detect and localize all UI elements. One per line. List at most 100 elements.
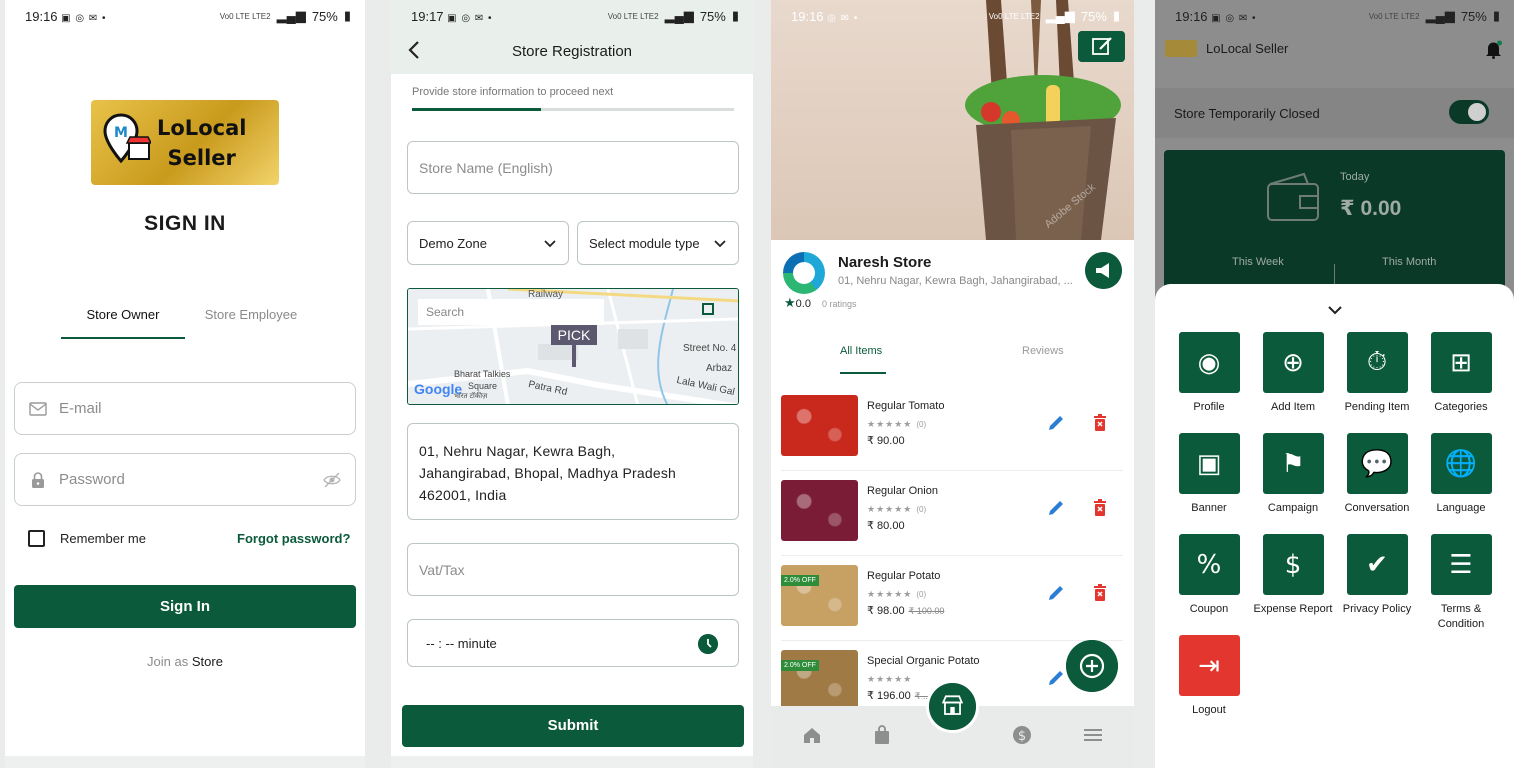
chevron-down-icon[interactable] bbox=[1328, 306, 1342, 315]
fullscreen-icon[interactable] bbox=[702, 303, 714, 315]
status-time: 19:17 bbox=[411, 8, 444, 24]
wallet-dollar-icon[interactable]: $ bbox=[1012, 725, 1032, 745]
map-label: Street No. 4 bbox=[683, 343, 737, 354]
item-review-count: (0) bbox=[916, 505, 927, 514]
item-price: ₹ 80.00 bbox=[867, 519, 905, 532]
this-month-label: This Month bbox=[1382, 256, 1437, 268]
orders-bag-icon[interactable] bbox=[873, 725, 891, 745]
price-value: ₹ 196.00 bbox=[867, 690, 911, 702]
remember-me-checkbox[interactable] bbox=[28, 530, 45, 547]
map-search-input[interactable]: Search bbox=[418, 299, 604, 325]
item-stars: ★★★★★ (0) bbox=[867, 419, 927, 429]
vat-tax-input[interactable]: Vat/Tax bbox=[407, 543, 739, 596]
bell-icon[interactable] bbox=[1485, 40, 1502, 59]
add-item-fab[interactable] bbox=[1066, 640, 1118, 692]
edit-pencil-icon[interactable] bbox=[1047, 414, 1065, 432]
notification-icons: ◎ ✉ • bbox=[827, 12, 859, 24]
tab-store-employee[interactable]: Store Employee bbox=[189, 307, 313, 322]
battery-level: 75% bbox=[311, 8, 338, 24]
list-item[interactable]: Regular Tomato ★★★★★ (0) ₹ 90.00 bbox=[781, 393, 1123, 471]
status-bar: 19:16 ◎ ✉ • Vo0 LTE LTE2 ▂▄▆ 75% ▮ bbox=[771, 0, 1134, 32]
store-name-input[interactable]: Store Name (English) bbox=[407, 141, 739, 194]
mail-icon bbox=[29, 402, 47, 416]
notification-icons: ▣ ◎ ✉ • bbox=[61, 12, 107, 24]
signin-screen: 19:16 ▣ ◎ ✉ • Vo0 LTE LTE2 ▂▄▆ 75% ▮ M LoLo… bbox=[5, 0, 365, 768]
menu-item-label: Language bbox=[1436, 502, 1486, 514]
map-pick-marker[interactable]: PICK bbox=[551, 325, 597, 345]
email-field[interactable]: E-mail bbox=[14, 382, 356, 435]
battery-icon: ▮ bbox=[731, 8, 739, 23]
edit-store-button[interactable] bbox=[1078, 31, 1125, 62]
submit-button[interactable]: Submit bbox=[402, 705, 744, 747]
logo-text: LoLocal Seller bbox=[157, 113, 246, 173]
store-nav-icon[interactable] bbox=[926, 680, 979, 733]
menu-item-add-item[interactable]: ⊕ Add Item bbox=[1253, 332, 1333, 415]
store-closed-row: Store Temporarily Closed bbox=[1155, 88, 1514, 138]
delete-trash-icon[interactable] bbox=[1093, 499, 1107, 516]
lock-icon bbox=[32, 472, 44, 488]
profile-icon: ◉ bbox=[1178, 332, 1240, 393]
forgot-password-link[interactable]: Forgot password? bbox=[237, 531, 350, 546]
menu-item-pending-item[interactable]: ⏱ Pending Item bbox=[1337, 332, 1417, 415]
pending-item-icon: ⏱ bbox=[1346, 332, 1408, 393]
tab-reviews[interactable]: Reviews bbox=[1022, 345, 1064, 357]
store-name-placeholder: Store Name (English) bbox=[419, 159, 553, 176]
item-stars: ★★★★★ (0) bbox=[867, 589, 927, 599]
menu-item-conversation[interactable]: 💬 Conversation bbox=[1337, 433, 1417, 516]
menu-item-expense-report[interactable]: $ Expense Report bbox=[1253, 534, 1333, 617]
status-bar: 19:17 ▣ ◎ ✉ • Vo0 LTE LTE2 ▂▄▆ 75% ▮ bbox=[391, 0, 753, 32]
sign-in-button[interactable]: Sign In bbox=[14, 585, 356, 628]
module-value: Select module type bbox=[589, 235, 700, 251]
eye-off-icon[interactable] bbox=[323, 472, 341, 488]
menu-item-banner[interactable]: ▣ Banner bbox=[1169, 433, 1249, 516]
today-label: Today bbox=[1340, 171, 1370, 183]
join-store-link[interactable]: Store bbox=[192, 654, 223, 669]
menu-item-campaign[interactable]: ⚑ Campaign bbox=[1253, 433, 1333, 516]
edit-pencil-icon[interactable] bbox=[1047, 499, 1065, 517]
delete-trash-icon[interactable] bbox=[1093, 414, 1107, 431]
menu-item-language[interactable]: 🌐 Language bbox=[1421, 433, 1501, 516]
menu-item-label: Categories bbox=[1434, 401, 1488, 413]
location-map[interactable]: Railway Search PICK Street No. 4 Arbaz B… bbox=[407, 288, 739, 405]
zone-select[interactable]: Demo Zone bbox=[407, 221, 569, 265]
menu-item-privacy-policy[interactable]: ✔ Privacy Policy bbox=[1337, 534, 1417, 617]
edit-pencil-icon[interactable] bbox=[1047, 669, 1065, 687]
menu-item-terms-condition[interactable]: ☰ Terms & Condition bbox=[1421, 534, 1501, 632]
store-logo bbox=[783, 252, 825, 294]
notification-icons: ▣ ◎ ✉ • bbox=[1211, 12, 1257, 24]
address-input[interactable]: 01, Nehru Nagar, Kewra Bagh, Jahangiraba… bbox=[407, 423, 739, 520]
menu-item-profile[interactable]: ◉ Profile bbox=[1169, 332, 1249, 415]
menu-item-label: Coupon bbox=[1189, 603, 1229, 615]
menu-icon[interactable] bbox=[1083, 728, 1103, 742]
tab-store-owner[interactable]: Store Owner bbox=[61, 307, 185, 322]
module-type-select[interactable]: Select module type bbox=[577, 221, 739, 265]
vat-placeholder: Vat/Tax bbox=[419, 561, 465, 578]
price-value: ₹ 80.00 bbox=[867, 520, 905, 532]
store-closed-toggle[interactable] bbox=[1449, 100, 1489, 124]
menu-item-label: Add Item bbox=[1270, 401, 1316, 413]
menu-item-logout[interactable]: ⇥ Logout bbox=[1169, 635, 1249, 718]
item-name: Special Organic Potato bbox=[867, 655, 980, 667]
coupon-icon: % bbox=[1178, 534, 1240, 595]
list-item[interactable]: Regular Onion ★★★★★ (0) ₹ 80.00 bbox=[781, 478, 1123, 556]
categories-icon: ⊞ bbox=[1430, 332, 1492, 393]
store-name: Naresh Store bbox=[838, 254, 932, 271]
delete-trash-icon[interactable] bbox=[1093, 584, 1107, 601]
menu-item-label: Banner bbox=[1191, 502, 1227, 514]
home-icon[interactable] bbox=[802, 726, 822, 744]
edit-pencil-icon[interactable] bbox=[1047, 584, 1065, 602]
delivery-time-input[interactable]: -- : -- minute bbox=[407, 619, 739, 667]
svg-text:M: M bbox=[114, 125, 128, 141]
system-nav-bar bbox=[391, 756, 753, 768]
megaphone-icon[interactable] bbox=[1085, 252, 1122, 289]
star-icon: ★ bbox=[784, 295, 796, 310]
app-logo bbox=[1165, 40, 1197, 57]
clock-icon[interactable] bbox=[698, 634, 718, 654]
menu-item-categories[interactable]: ⊞ Categories bbox=[1421, 332, 1501, 415]
menu-item-coupon[interactable]: % Coupon bbox=[1169, 534, 1249, 617]
password-field[interactable]: Password bbox=[14, 453, 356, 506]
status-bar: 19:16 ▣ ◎ ✉ • Vo0 LTE LTE2 ▂▄▆ 75% ▮ bbox=[1155, 0, 1514, 32]
terms-condition-icon: ☰ bbox=[1430, 534, 1492, 595]
tab-all-items[interactable]: All Items bbox=[840, 345, 882, 357]
list-item[interactable]: 2.0% OFF Regular Potato ★★★★★ (0) ₹ 98.00 ₹ 1… bbox=[781, 563, 1123, 641]
